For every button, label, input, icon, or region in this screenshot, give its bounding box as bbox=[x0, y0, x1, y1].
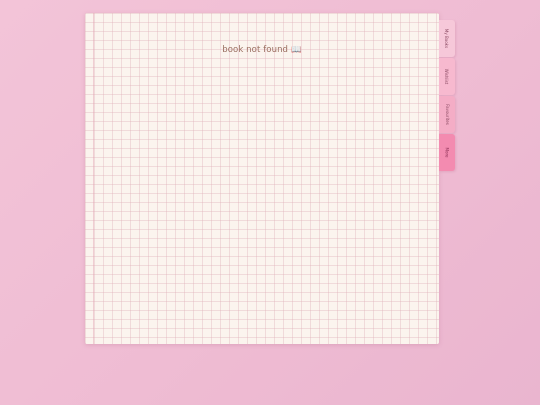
tab-label: More bbox=[444, 147, 450, 158]
tab-label: Favourites bbox=[444, 104, 450, 125]
tab-label: My Books bbox=[444, 28, 450, 49]
side-tabs: My Books Wishlist Favourites More bbox=[439, 20, 456, 172]
tab-wishlist[interactable]: Wishlist bbox=[439, 58, 455, 95]
not-found-text: book not found bbox=[222, 45, 289, 55]
tab-label: Wishlist bbox=[444, 68, 450, 85]
notebook-page: book not found 📖 bbox=[85, 13, 439, 344]
open-book-icon: 📖 bbox=[291, 45, 302, 55]
tab-more[interactable]: More bbox=[439, 134, 455, 171]
tab-favourites[interactable]: Favourites bbox=[439, 96, 455, 133]
empty-state-message: book not found 📖 bbox=[85, 45, 439, 55]
tab-my-books[interactable]: My Books bbox=[439, 20, 455, 57]
